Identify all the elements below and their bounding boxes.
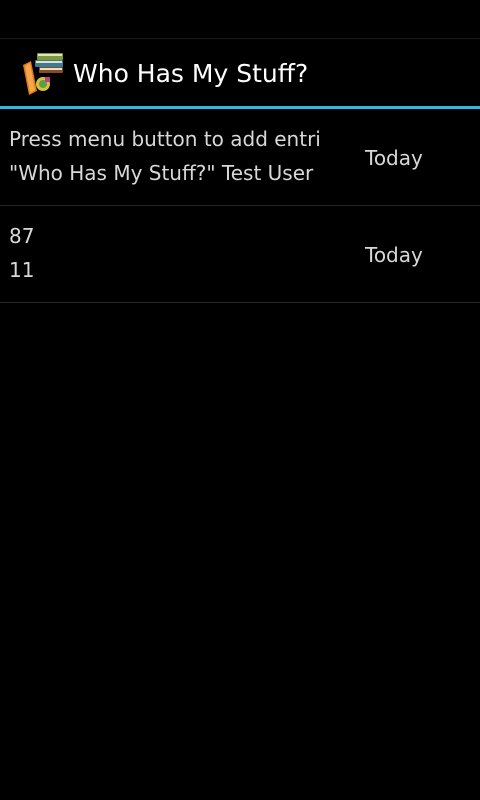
entry-item-name: Press menu button to add entri… bbox=[9, 127, 319, 151]
entry-borrower: 11 bbox=[9, 258, 35, 282]
entry-date: Today bbox=[365, 243, 423, 267]
entry-item-name: 87 bbox=[9, 224, 35, 248]
entries-list: Press menu button to add entri… "Who Has… bbox=[0, 109, 480, 303]
books-app-icon[interactable] bbox=[19, 51, 67, 97]
action-bar: Who Has My Stuff? bbox=[0, 39, 480, 106]
entry-date: Today bbox=[365, 146, 423, 170]
list-item[interactable]: Press menu button to add entri… "Who Has… bbox=[0, 109, 480, 206]
list-item[interactable]: 87 11 Today bbox=[0, 206, 480, 303]
entry-borrower: "Who Has My Stuff?" Test User bbox=[9, 161, 314, 185]
app-title: Who Has My Stuff? bbox=[73, 59, 309, 88]
status-bar bbox=[0, 0, 480, 39]
